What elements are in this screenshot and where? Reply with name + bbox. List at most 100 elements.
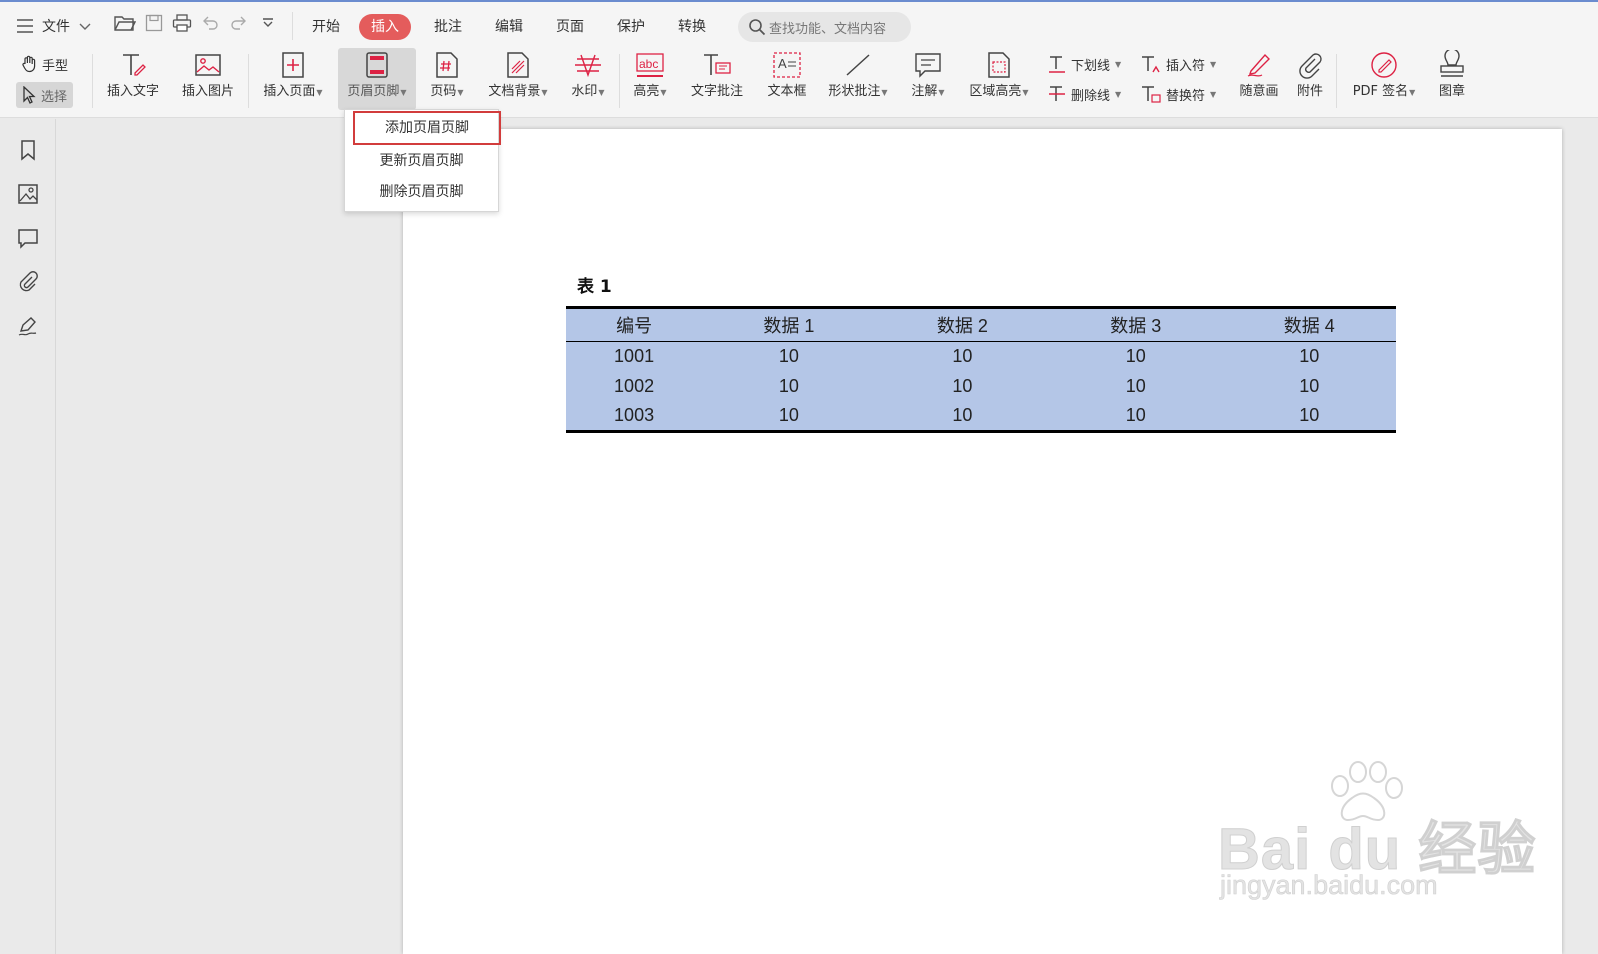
area-highlight-button[interactable]: 区域高亮▼ bbox=[963, 48, 1035, 110]
text-comment-label: 文字批注 bbox=[690, 84, 743, 99]
tab-page[interactable]: 页面 bbox=[553, 14, 587, 40]
table-row: 1003 10 10 10 10 bbox=[566, 402, 1396, 432]
pdf-sign-label: PDF 签名 bbox=[1352, 84, 1409, 99]
tab-comment[interactable]: 批注 bbox=[431, 14, 465, 40]
pdf-sign-button[interactable]: PDF 签名▼ bbox=[1346, 48, 1422, 110]
strikethrough-button[interactable]: 删除线 ▼ bbox=[1047, 83, 1121, 105]
table-caption: 表 1 bbox=[577, 277, 612, 297]
watermark-label: 水印 bbox=[571, 84, 598, 99]
text-comment-button[interactable]: 文字批注 bbox=[686, 48, 748, 110]
freehand-label: 随意画 bbox=[1239, 84, 1279, 99]
title-bar: 文件 开始 插入 批注 编辑 页面 保护 转换 查找功能、文档内容 bbox=[0, 0, 1598, 48]
insert-mark-button[interactable]: 插入符 ▼ bbox=[1140, 53, 1216, 75]
divider bbox=[292, 12, 293, 40]
strikethrough-icon bbox=[1049, 86, 1065, 101]
comment-icon[interactable] bbox=[15, 225, 41, 251]
cursor-arrow-icon bbox=[23, 86, 36, 104]
tab-convert[interactable]: 转换 bbox=[675, 14, 709, 40]
freehand-icon bbox=[1243, 48, 1275, 82]
attachment-icon bbox=[1294, 48, 1326, 82]
table-cell: 10 bbox=[1299, 405, 1320, 426]
annotation-icon bbox=[912, 48, 944, 82]
menu-item-add-header-footer[interactable]: 添加页眉页脚 bbox=[353, 111, 501, 145]
stamp-button[interactable]: 图章 bbox=[1432, 48, 1472, 110]
svg-text:A: A bbox=[778, 56, 787, 71]
caret-down-icon: ▼ bbox=[660, 88, 667, 97]
tab-insert[interactable]: 插入 bbox=[359, 14, 411, 40]
file-menu-label: 文件 bbox=[42, 19, 70, 35]
replace-mark-button[interactable]: 替换符 ▼ bbox=[1140, 83, 1216, 105]
menu-item-delete-header-footer[interactable]: 删除页眉页脚 bbox=[345, 177, 498, 207]
highlight-icon: abc bbox=[634, 48, 666, 82]
tab-start[interactable]: 开始 bbox=[309, 14, 343, 40]
quick-access-dropdown-icon[interactable] bbox=[256, 11, 280, 35]
open-file-icon[interactable] bbox=[113, 11, 137, 35]
attachment-button[interactable]: 附件 bbox=[1292, 48, 1328, 110]
insert-text-icon bbox=[117, 48, 149, 82]
shape-comment-button[interactable]: 形状批注▼ bbox=[822, 48, 894, 110]
caret-down-icon: ▼ bbox=[1210, 89, 1217, 99]
column-header: 数据 3 bbox=[1049, 307, 1223, 342]
insert-image-label: 插入图片 bbox=[181, 84, 234, 99]
header-footer-dropdown: 添加页眉页脚 更新页眉页脚 删除页眉页脚 bbox=[344, 109, 501, 212]
doc-background-icon bbox=[502, 48, 534, 82]
redo-icon[interactable] bbox=[227, 11, 251, 35]
search-box[interactable]: 查找功能、文档内容 bbox=[738, 12, 911, 42]
stamp-label: 图章 bbox=[1438, 84, 1465, 99]
divider bbox=[1336, 54, 1337, 108]
replace-mark-icon bbox=[1142, 86, 1161, 103]
save-icon[interactable] bbox=[142, 11, 166, 35]
column-header: 编号 bbox=[566, 307, 703, 342]
insert-page-button[interactable]: 插入页面▼ bbox=[257, 48, 329, 110]
insert-text-button[interactable]: 插入文字 bbox=[102, 48, 164, 110]
annotation-button[interactable]: 注解▼ bbox=[906, 48, 950, 110]
paperclip-icon[interactable] bbox=[15, 269, 41, 295]
tab-protect[interactable]: 保护 bbox=[614, 14, 648, 40]
file-menu-button[interactable]: 文件 bbox=[16, 11, 92, 41]
page-number-button[interactable]: 页码▼ bbox=[425, 48, 469, 110]
caret-down-icon: ▼ bbox=[881, 88, 888, 97]
caret-down-icon: ▼ bbox=[938, 88, 945, 97]
watermark-button[interactable]: 水印▼ bbox=[566, 48, 610, 110]
area-highlight-icon bbox=[983, 48, 1015, 82]
bookmark-icon[interactable] bbox=[15, 137, 41, 163]
print-icon[interactable] bbox=[170, 11, 194, 35]
table-row: 1001 10 10 10 10 bbox=[566, 342, 1396, 372]
tab-edit[interactable]: 编辑 bbox=[492, 14, 526, 40]
caret-down-icon: ▼ bbox=[1022, 88, 1029, 97]
insert-text-label: 插入文字 bbox=[106, 84, 159, 99]
underline-icon bbox=[1049, 56, 1065, 73]
column-header: 数据 2 bbox=[875, 307, 1050, 342]
strikethrough-label: 删除线 bbox=[1071, 88, 1111, 104]
freehand-button[interactable]: 随意画 bbox=[1234, 48, 1284, 110]
select-tool-button[interactable]: 选择 bbox=[16, 82, 74, 108]
text-box-button[interactable]: A 文本框 bbox=[763, 48, 811, 110]
underline-button[interactable]: 下划线 ▼ bbox=[1047, 53, 1121, 75]
hand-tool-button[interactable]: 手型 bbox=[20, 53, 68, 75]
caret-down-icon: ▼ bbox=[1115, 59, 1122, 69]
pdf-sign-icon bbox=[1368, 48, 1400, 82]
table-cell: 10 bbox=[1125, 405, 1146, 426]
chevron-down-icon bbox=[79, 23, 91, 30]
watermark-icon bbox=[572, 48, 604, 82]
divider bbox=[92, 54, 93, 108]
text-comment-icon bbox=[701, 48, 733, 82]
insert-image-button[interactable]: 插入图片 bbox=[177, 48, 239, 110]
header-footer-button[interactable]: 页眉页脚▼ bbox=[338, 48, 416, 110]
highlight-button[interactable]: abc 高亮▼ bbox=[628, 48, 672, 110]
header-footer-label: 页眉页脚 bbox=[347, 84, 400, 99]
doc-background-button[interactable]: 文档背景▼ bbox=[482, 48, 554, 110]
replace-mark-label: 替换符 bbox=[1166, 88, 1206, 104]
caret-down-icon: ▼ bbox=[541, 88, 548, 97]
undo-icon[interactable] bbox=[198, 11, 222, 35]
page-number-icon bbox=[431, 48, 463, 82]
insert-image-icon bbox=[192, 48, 224, 82]
menu-item-update-header-footer[interactable]: 更新页眉页脚 bbox=[345, 146, 498, 176]
table-cell: 10 bbox=[1125, 376, 1146, 396]
signature-pen-icon[interactable] bbox=[15, 313, 41, 339]
insert-mark-icon bbox=[1142, 56, 1160, 73]
insert-page-label: 插入页面 bbox=[263, 84, 316, 99]
ribbon-toolbar: 手型 选择 插入文字 插入图片 插入页面▼ 页眉页脚▼ 页码▼ 文档背景▼ 水印… bbox=[0, 48, 1598, 118]
table-cell: 1002 bbox=[614, 376, 655, 396]
thumbnail-image-icon[interactable] bbox=[15, 181, 41, 207]
